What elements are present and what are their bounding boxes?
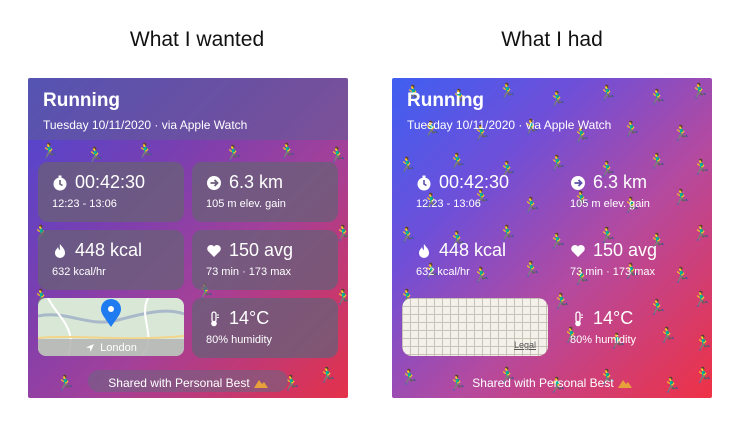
calories-value: 448 kcal: [75, 240, 143, 260]
flame-icon: [419, 243, 429, 258]
runner-icon: 🏃‍♂️: [598, 85, 617, 102]
heart-icon: [207, 244, 221, 257]
workout-subtitle: Tuesday 10/11/2020 · via Apple Watch: [43, 118, 248, 132]
shared-footer: Shared with Personal Best: [392, 376, 712, 390]
duration-tile: 00:42:30 12:23 - 13:06: [402, 162, 548, 222]
heart-icon: [571, 244, 585, 257]
thermometer-icon: [211, 310, 219, 326]
duration-value: 00:42:30: [439, 172, 510, 192]
heart-rate-detail: 73 min · 173 max: [206, 266, 291, 278]
runner-icon: 🏃‍♂️: [648, 89, 667, 106]
map-location-bar: London: [38, 339, 184, 356]
workout-subtitle: Tuesday 10/11/2020 · via Apple Watch: [407, 118, 612, 132]
runner-icon: 🏃‍♂️: [498, 83, 517, 100]
time-range: 12:23 - 13:06: [416, 198, 481, 210]
runner-icon: 🏃‍♂️: [224, 145, 243, 162]
distance-tile: 6.3 km 105 m elev. gain: [192, 162, 338, 222]
duration-value: 00:42:30: [75, 172, 146, 192]
elevation-gain: 105 m elev. gain: [570, 198, 650, 210]
runner-icon: 🏃‍♂️: [548, 91, 567, 108]
calorie-rate: 632 kcal/hr: [52, 266, 106, 278]
calorie-rate: 632 kcal/hr: [416, 266, 470, 278]
mountain-icon: [617, 380, 632, 388]
heart-rate-tile: 150 avg 73 min · 173 max: [556, 230, 702, 290]
thermometer-icon: [575, 310, 583, 326]
location-arrow-icon: [86, 343, 95, 352]
humidity-value: 80% humidity: [570, 334, 637, 346]
heart-rate-value: 150 avg: [229, 240, 294, 260]
weather-tile: 14°C 80% humidity: [192, 298, 338, 358]
calories-value: 448 kcal: [439, 240, 507, 260]
shared-label: Shared with Personal Best: [472, 376, 614, 390]
runner-icon: 🏃‍♂️: [672, 125, 691, 142]
time-range: 12:23 - 13:06: [52, 198, 117, 210]
workout-title: Running: [43, 90, 121, 111]
workout-title: Running: [407, 90, 485, 111]
temperature-value: 14°C: [593, 308, 634, 328]
temperature-value: 14°C: [229, 308, 270, 328]
distance-value: 6.3 km: [229, 172, 284, 192]
route-map[interactable]: London: [38, 298, 184, 356]
heart-rate-tile: 150 avg 73 min · 173 max: [192, 230, 338, 290]
mountain-icon: [253, 380, 268, 388]
shared-label: Shared with Personal Best: [108, 376, 250, 390]
heading-had: What I had: [501, 28, 603, 51]
map-location-label: London: [100, 341, 137, 354]
distance-value: 6.3 km: [593, 172, 648, 192]
runner-icon: 🏃‍♂️: [40, 143, 59, 160]
map-legal-link[interactable]: Legal: [514, 340, 536, 350]
heart-rate-value: 150 avg: [593, 240, 658, 260]
humidity-value: 80% humidity: [206, 334, 273, 346]
shared-footer: Shared with Personal Best: [28, 376, 348, 390]
distance-tile: 6.3 km 105 m elev. gain: [556, 162, 702, 222]
heart-rate-detail: 73 min · 173 max: [570, 266, 655, 278]
weather-tile: 14°C 80% humidity: [556, 298, 702, 358]
arrow-right-circle-icon: [571, 175, 585, 190]
route-map-placeholder[interactable]: Legal: [402, 298, 548, 356]
elevation-gain: 105 m elev. gain: [206, 198, 286, 210]
stopwatch-icon: [417, 175, 431, 190]
duration-tile: 00:42:30 12:23 - 13:06: [38, 162, 184, 222]
runner-icon: 🏃‍♂️: [278, 143, 297, 160]
runner-icon: 🏃‍♂️: [136, 143, 155, 160]
stopwatch-icon: [53, 175, 67, 190]
runner-icon: 🏃‍♂️: [86, 147, 105, 164]
calories-tile: 448 kcal 632 kcal/hr: [38, 230, 184, 290]
runner-icon: 🏃‍♂️: [690, 83, 709, 100]
map-pin-icon[interactable]: [99, 298, 123, 328]
workout-card-had: 🏃‍♂️ 🏃‍♂️ 🏃‍♂️ 🏃‍♂️ 🏃‍♂️ 🏃‍♂️ 🏃‍♂️ 🏃‍♂️ …: [392, 78, 712, 398]
calories-tile: 448 kcal 632 kcal/hr: [402, 230, 548, 290]
workout-card-wanted: 🏃‍♂️ 🏃‍♂️ 🏃‍♂️ 🏃‍♂️ 🏃‍♂️ 🏃‍♂️ 🏃‍♂️ 🏃‍♂️ …: [28, 78, 348, 398]
heading-wanted: What I wanted: [129, 28, 265, 51]
flame-icon: [55, 243, 65, 258]
runner-icon: 🏃‍♂️: [328, 147, 347, 164]
arrow-right-circle-icon: [207, 175, 221, 190]
runner-icon: 🏃‍♂️: [622, 121, 641, 138]
